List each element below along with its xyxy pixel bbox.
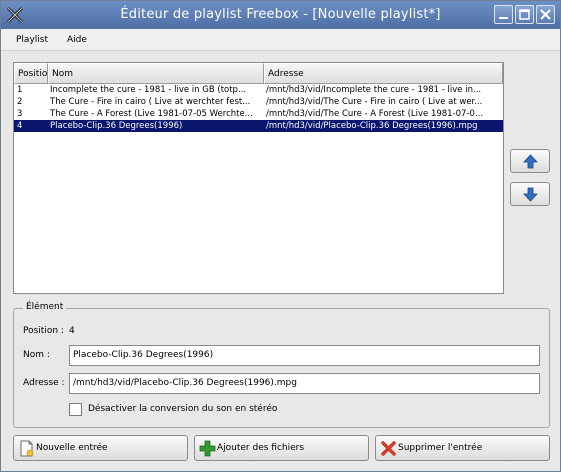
stereo-conversion-checkbox[interactable] (69, 403, 82, 416)
table-row[interactable]: 2 The Cure - Fire in cairo ( Live at wer… (14, 96, 503, 108)
playlist-table[interactable]: Positio Nom Adresse 1 Incomplete the cur… (13, 62, 504, 294)
cell-position: 1 (17, 85, 23, 95)
menu-playlist[interactable]: Playlist (16, 35, 48, 45)
column-header-position[interactable]: Positio (14, 63, 48, 84)
cell-nom: The Cure - A Forest (Live 1981-07-05 Wer… (50, 109, 253, 119)
cell-position: 2 (17, 97, 23, 107)
table-header: Positio Nom Adresse (14, 63, 503, 84)
column-header-nom[interactable]: Nom (48, 63, 264, 84)
table-row[interactable]: 1 Incomplete the cure - 1981 - live in G… (14, 84, 503, 96)
cell-adresse: /mnt/hd3/vid/The Cure - Fire in cairo ( … (266, 97, 483, 107)
window-title: Éditeur de playlist Freebox - [Nouvelle … (120, 7, 441, 22)
table-row[interactable]: 3 The Cure - A Forest (Live 1981-07-05 W… (14, 108, 503, 120)
new-entry-button[interactable]: Nouvelle entrée (13, 435, 188, 461)
cell-adresse: /mnt/hd3/vid/Incomplete the cure - 1981 … (266, 85, 482, 95)
add-icon (199, 440, 216, 457)
stereo-conversion-label: Désactiver la conversion du son en stéré… (88, 404, 278, 414)
cell-adresse: /mnt/hd3/vid/The Cure - A Forest (Live 1… (266, 109, 484, 119)
cell-nom: The Cure - Fire in cairo ( Live at werch… (50, 97, 251, 107)
delete-entry-button[interactable]: Supprimer l'entrée (375, 435, 550, 461)
menu-aide[interactable]: Aide (67, 35, 87, 45)
move-down-button[interactable] (510, 182, 550, 206)
element-group-title: Élément (23, 302, 67, 312)
column-header-adresse[interactable]: Adresse (264, 63, 503, 84)
menu-bar: Playlist Aide (1, 29, 560, 51)
table-row-selected[interactable]: 4 Placebo-Clip.36 Degrees(1996) /mnt/hd3… (14, 120, 503, 132)
close-button[interactable] (536, 5, 555, 24)
address-label: Adresse : (23, 378, 65, 388)
arrow-up-icon (523, 154, 538, 169)
new-document-icon (20, 440, 34, 457)
arrow-down-icon (523, 187, 538, 202)
cell-adresse: /mnt/hd3/vid/Placebo-Clip.36 Degrees(199… (266, 121, 478, 131)
name-field[interactable]: Placebo-Clip.36 Degrees(1996) (69, 345, 540, 366)
maximize-icon (519, 9, 530, 20)
title-bar[interactable]: Éditeur de playlist Freebox - [Nouvelle … (1, 1, 560, 29)
add-files-label: Ajouter des fichiers (217, 443, 305, 453)
minimize-icon (499, 17, 508, 19)
new-entry-label: Nouvelle entrée (36, 443, 108, 453)
delete-icon (381, 441, 396, 456)
name-label: Nom : (23, 350, 50, 360)
delete-entry-label: Supprimer l'entrée (398, 443, 483, 453)
close-icon (540, 9, 551, 20)
cell-nom: Incomplete the cure - 1981 - live in GB … (50, 85, 247, 95)
maximize-button[interactable] (515, 5, 534, 24)
position-value: 4 (69, 326, 75, 336)
add-files-button[interactable]: Ajouter des fichiers (194, 435, 369, 461)
position-label: Position : (23, 326, 64, 336)
cell-nom: Placebo-Clip.36 Degrees(1996) (50, 121, 183, 131)
cell-position: 4 (17, 121, 23, 131)
move-up-button[interactable] (510, 149, 550, 173)
address-field[interactable]: /mnt/hd3/vid/Placebo-Clip.36 Degrees(199… (69, 373, 540, 394)
cell-position: 3 (17, 109, 23, 119)
minimize-button[interactable] (494, 5, 513, 24)
app-window: Éditeur de playlist Freebox - [Nouvelle … (0, 0, 561, 472)
